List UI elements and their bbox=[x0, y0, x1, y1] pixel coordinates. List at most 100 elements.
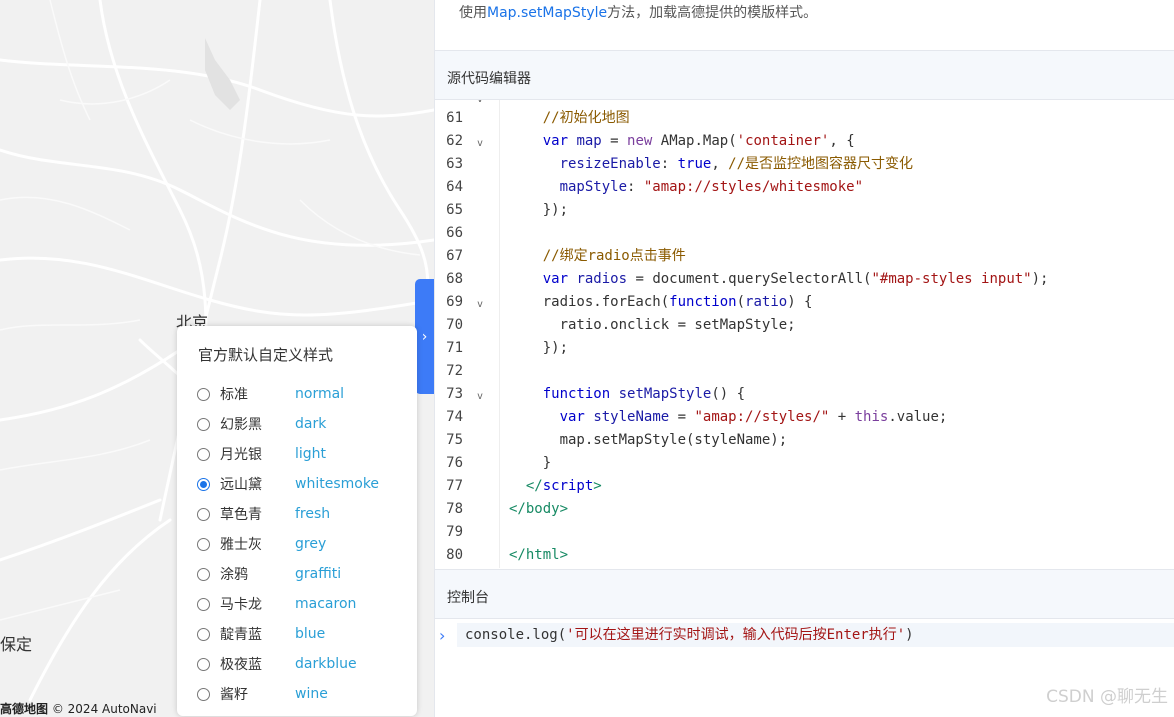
style-option-blue[interactable]: 靛青蓝 blue bbox=[195, 619, 415, 649]
code-token: () { bbox=[711, 386, 746, 402]
code-token: } bbox=[509, 455, 552, 471]
style-label-cn: 靛青蓝 bbox=[220, 627, 262, 643]
line-number: 79 bbox=[446, 524, 463, 540]
code-text: //初始化地图 bbox=[509, 107, 630, 130]
style-option-dark[interactable]: 幻影黑 dark bbox=[195, 409, 415, 439]
line-number: 62 bbox=[446, 133, 463, 149]
style-option-fresh[interactable]: 草色青 fresh bbox=[195, 499, 415, 529]
style-radio[interactable] bbox=[197, 627, 210, 641]
code-text: }); bbox=[509, 337, 568, 360]
fold-arrow-icon[interactable]: v bbox=[477, 100, 483, 105]
code-text: ratio.onclick = setMapStyle; bbox=[509, 314, 796, 337]
code-token: , bbox=[711, 156, 729, 172]
style-radio[interactable] bbox=[197, 417, 210, 431]
description-suffix: 方法，加载高德提供的模版样式。 bbox=[607, 5, 818, 21]
description: 使用Map.setMapStyle方法，加载高德提供的模版样式。 bbox=[459, 2, 817, 22]
console-input-fn: console.log( bbox=[465, 627, 567, 643]
console-title: 控制台 bbox=[447, 590, 489, 606]
fold-arrow-icon[interactable]: v bbox=[477, 385, 483, 408]
style-label-en: dark bbox=[295, 416, 327, 432]
code-line: 67 //绑定radio点击事件 bbox=[435, 245, 1174, 268]
fold-arrow-icon[interactable]: v bbox=[477, 132, 483, 155]
code-token: "amap://styles/whitesmoke" bbox=[643, 179, 864, 195]
code-token: var bbox=[559, 409, 585, 425]
line-number: 80 bbox=[446, 547, 463, 563]
code-line: 70 ratio.onclick = setMapStyle; bbox=[435, 314, 1174, 337]
style-radio[interactable] bbox=[197, 687, 210, 701]
style-option-light[interactable]: 月光银 light bbox=[195, 439, 415, 469]
code-line: 79 bbox=[435, 521, 1174, 544]
style-option-graffiti[interactable]: 涂鸦 graffiti bbox=[195, 559, 415, 589]
chevron-right-icon: › bbox=[439, 626, 446, 645]
style-option-normal[interactable]: 标准 normal bbox=[195, 379, 415, 409]
code-token: html bbox=[525, 547, 560, 563]
code-line: 75 map.setMapStyle(styleName); bbox=[435, 429, 1174, 452]
style-label-cn: 马卡龙 bbox=[220, 597, 262, 613]
editor-title: 源代码编辑器 bbox=[447, 71, 531, 87]
code-text: radios.forEach(function(ratio) { bbox=[509, 291, 813, 314]
code-token: true bbox=[677, 156, 712, 172]
code-token: = bbox=[669, 409, 695, 425]
code-line: 66 bbox=[435, 222, 1174, 245]
code-token: </ bbox=[509, 547, 526, 563]
style-label-en: graffiti bbox=[295, 566, 342, 582]
style-radio[interactable] bbox=[197, 657, 210, 671]
code-token: //绑定radio点击事件 bbox=[542, 248, 686, 264]
style-label-en: grey bbox=[295, 536, 327, 552]
line-number: 66 bbox=[446, 225, 463, 241]
code-token: setMapStyle bbox=[618, 386, 712, 402]
code-text: }); bbox=[509, 199, 568, 222]
style-radio[interactable] bbox=[197, 447, 210, 461]
console-header: 控制台 bbox=[435, 569, 1174, 619]
code-token: , { bbox=[829, 133, 855, 149]
code-text: var map = new AMap.Map('container', { bbox=[509, 130, 855, 153]
line-number: 70 bbox=[446, 317, 463, 333]
map-style-list: 标准 normal 幻影黑 dark 月光银 light 远山黛 whitesmoke 草色青 f… bbox=[195, 379, 415, 709]
map-city-label: 保定 bbox=[0, 635, 33, 654]
code-text: resizeEnable: true, //是否监控地图容器尺寸变化 bbox=[509, 153, 913, 176]
fold-arrow-icon[interactable]: v bbox=[477, 293, 483, 316]
style-option-macaron[interactable]: 马卡龙 macaron bbox=[195, 589, 415, 619]
map-copyright: © 2024 AutoNavi bbox=[51, 702, 157, 716]
style-label-cn: 极夜蓝 bbox=[220, 657, 262, 673]
line-number: 74 bbox=[446, 409, 463, 425]
style-option-wine[interactable]: 酱籽 wine bbox=[195, 679, 415, 709]
console-input-row[interactable]: › console.log('可以在这里进行实时调试，输入代码后按Enter执行… bbox=[435, 619, 1174, 649]
style-radio[interactable] bbox=[197, 477, 210, 491]
code-token: ); bbox=[1031, 271, 1049, 287]
code-token: </ bbox=[509, 501, 526, 517]
code-token: var bbox=[542, 271, 569, 287]
line-number: 61 bbox=[446, 110, 463, 126]
style-radio[interactable] bbox=[197, 537, 210, 551]
watermark: CSDN @聊无生 bbox=[1046, 687, 1168, 707]
style-option-darkblue[interactable]: 极夜蓝 darkblue bbox=[195, 649, 415, 679]
style-radio[interactable] bbox=[197, 507, 210, 521]
line-number: 76 bbox=[446, 455, 463, 471]
description-method[interactable]: Map.setMapStyle bbox=[487, 5, 607, 21]
code-line: 64 mapStyle: "amap://styles/whitesmoke" bbox=[435, 176, 1174, 199]
style-label-en: fresh bbox=[295, 506, 331, 522]
code-line: 78 </body> bbox=[435, 498, 1174, 521]
code-text: var styleName = "amap://styles/" + this.… bbox=[509, 406, 948, 429]
style-radio[interactable] bbox=[197, 387, 210, 401]
code-token: }); bbox=[509, 202, 569, 218]
style-radio[interactable] bbox=[197, 597, 210, 611]
code-text: </script> bbox=[509, 475, 602, 498]
code-token: ) { bbox=[787, 294, 813, 310]
line-number: 78 bbox=[446, 501, 463, 517]
line-number: 77 bbox=[446, 478, 463, 494]
style-option-grey[interactable]: 雅士灰 grey bbox=[195, 529, 415, 559]
editor-header: 源代码编辑器 bbox=[435, 50, 1174, 100]
style-radio[interactable] bbox=[197, 567, 210, 581]
style-label-cn: 雅士灰 bbox=[220, 537, 262, 553]
console-input[interactable]: console.log('可以在这里进行实时调试，输入代码后按Enter执行') bbox=[457, 623, 1174, 647]
panel-toggle-button[interactable]: › bbox=[415, 279, 434, 394]
chevron-right-icon: › bbox=[421, 328, 428, 345]
style-label-cn: 月光银 bbox=[220, 447, 262, 463]
code-editor[interactable]: v 61 //初始化地图 62 v var map = new AMap.Map('… bbox=[435, 100, 1174, 568]
style-option-whitesmoke[interactable]: 远山黛 whitesmoke bbox=[195, 469, 415, 499]
code-line: 71 }); bbox=[435, 337, 1174, 360]
line-number: 73 bbox=[446, 386, 463, 402]
